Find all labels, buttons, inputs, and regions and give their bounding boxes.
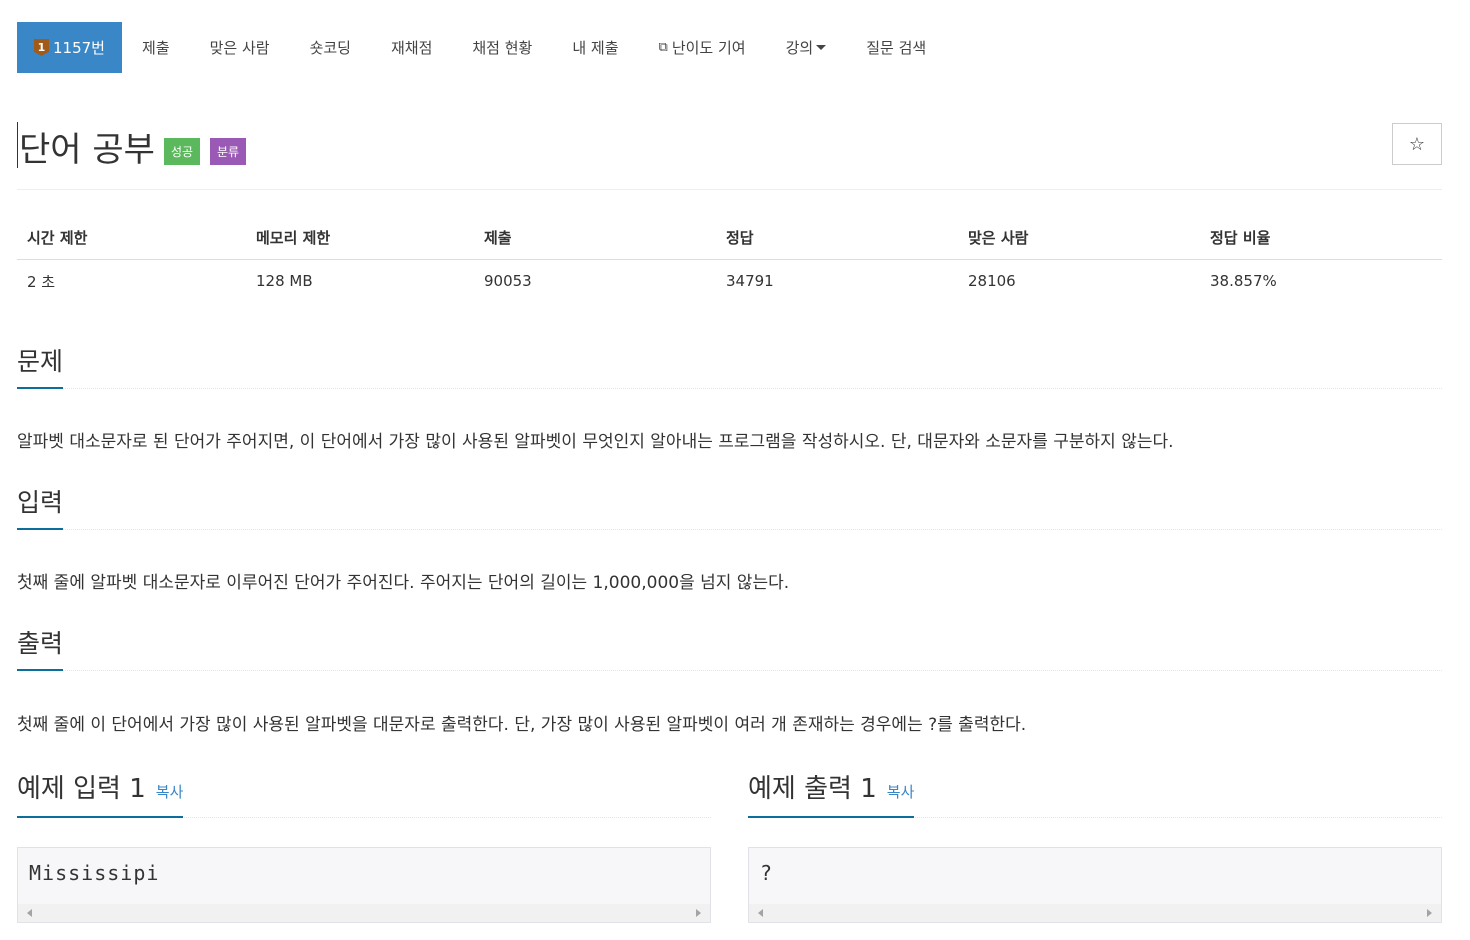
external-link-icon: ⧉ <box>658 40 668 55</box>
copy-sample-input-button[interactable]: 복사 <box>156 781 184 802</box>
header-solved-users: 맞은 사람 <box>958 216 1200 260</box>
scroll-left-icon[interactable] <box>27 909 32 917</box>
nav-short-coding[interactable]: 숏코딩 <box>290 22 371 73</box>
sample-input-code: Mississipi <box>29 861 160 885</box>
sample-output-code: ? <box>760 861 774 885</box>
description-heading: 문제 <box>17 345 64 389</box>
problem-number-label: 1157번 <box>53 39 105 57</box>
description-text: 알파벳 대소문자로 된 단어가 주어지면, 이 단어에서 가장 많이 사용된 알… <box>17 432 1174 452</box>
input-heading: 입력 <box>17 486 64 530</box>
input-section-header: 입력 <box>17 486 1442 530</box>
problem-info-table: 시간 제한 메모리 제한 제출 정답 맞은 사람 정답 비율 2 초 128 M… <box>17 216 1442 303</box>
nav-question-search[interactable]: 질문 검색 <box>846 22 946 73</box>
output-heading: 출력 <box>17 627 64 671</box>
nav-difficulty-label: 난이도 기여 <box>671 39 746 57</box>
sample-output-box: ? <box>748 847 1442 923</box>
value-time-limit: 2 초 <box>27 272 56 291</box>
page-title: 단어 공부 <box>19 130 155 170</box>
header-submissions: 제출 <box>474 216 716 260</box>
nav-my-submissions[interactable]: 내 제출 <box>552 22 638 73</box>
nav-correct-users[interactable]: 맞은 사람 <box>190 22 290 73</box>
tags-badge[interactable]: 분류 <box>210 138 247 165</box>
sample-input-title: 예제 입력 1 복사 <box>17 772 184 818</box>
output-section-header: 출력 <box>17 627 1442 671</box>
sample-output-header: 예제 출력 1 복사 <box>748 772 1442 818</box>
input-text: 첫째 줄에 알파벳 대소문자로 이루어진 단어가 주어진다. 주어지는 단어의 … <box>17 573 790 593</box>
star-icon: ☆ <box>1408 133 1426 155</box>
problem-title-row: 단어 공부 성공 분류 ☆ <box>17 118 1442 190</box>
sample-input-box: Mississipi <box>17 847 711 923</box>
scroll-left-icon[interactable] <box>758 909 763 917</box>
chevron-down-icon <box>816 45 827 50</box>
value-memory-limit: 128 MB <box>256 272 313 291</box>
nav-lectures-label: 강의 <box>785 39 814 57</box>
description-section-header: 문제 <box>17 345 1442 389</box>
sample-output-heading: 예제 출력 1 <box>748 774 877 804</box>
problem-number-tab[interactable]: 1 1157번 <box>17 22 122 73</box>
scroll-right-icon[interactable] <box>696 909 701 917</box>
header-accepted: 정답 <box>716 216 958 260</box>
favorite-button[interactable]: ☆ <box>1392 123 1442 165</box>
nav-status[interactable]: 채점 현황 <box>452 22 552 73</box>
tier-badge-icon: 1 <box>34 39 49 56</box>
sample-input-scrollbar[interactable] <box>18 904 710 922</box>
table-header-row: 시간 제한 메모리 제한 제출 정답 맞은 사람 정답 비율 <box>17 216 1442 260</box>
value-accepted: 34791 <box>726 272 774 291</box>
nav-rejudge[interactable]: 재채점 <box>371 22 452 73</box>
nav-lectures-dropdown[interactable]: 강의 <box>766 22 847 73</box>
nav-submit[interactable]: 제출 <box>122 22 190 73</box>
scroll-right-icon[interactable] <box>1427 909 1432 917</box>
header-memory-limit: 메모리 제한 <box>246 216 474 260</box>
sample-output-scrollbar[interactable] <box>749 904 1441 922</box>
table-row: 2 초 128 MB 90053 34791 28106 38.857% <box>17 259 1442 303</box>
text-cursor <box>17 122 18 168</box>
sample-output-title: 예제 출력 1 복사 <box>748 772 915 818</box>
value-submissions: 90053 <box>484 272 532 291</box>
problem-menu: 1 1157번 제출 맞은 사람 숏코딩 재채점 채점 현황 내 제출 ⧉ 난이… <box>17 22 946 73</box>
value-solved-users: 28106 <box>968 272 1016 291</box>
header-time-limit: 시간 제한 <box>17 216 246 260</box>
sample-input-heading: 예제 입력 1 <box>17 774 146 804</box>
output-text: 첫째 줄에 이 단어에서 가장 많이 사용된 알파벳을 대문자로 출력한다. 단… <box>17 715 1027 735</box>
sample-input-header: 예제 입력 1 복사 <box>17 772 711 818</box>
header-accept-ratio: 정답 비율 <box>1200 216 1442 260</box>
copy-sample-output-button[interactable]: 복사 <box>887 781 915 802</box>
nav-difficulty-contribution[interactable]: ⧉ 난이도 기여 <box>639 22 766 73</box>
status-badge-success: 성공 <box>164 138 201 165</box>
value-accept-ratio: 38.857% <box>1210 272 1277 291</box>
